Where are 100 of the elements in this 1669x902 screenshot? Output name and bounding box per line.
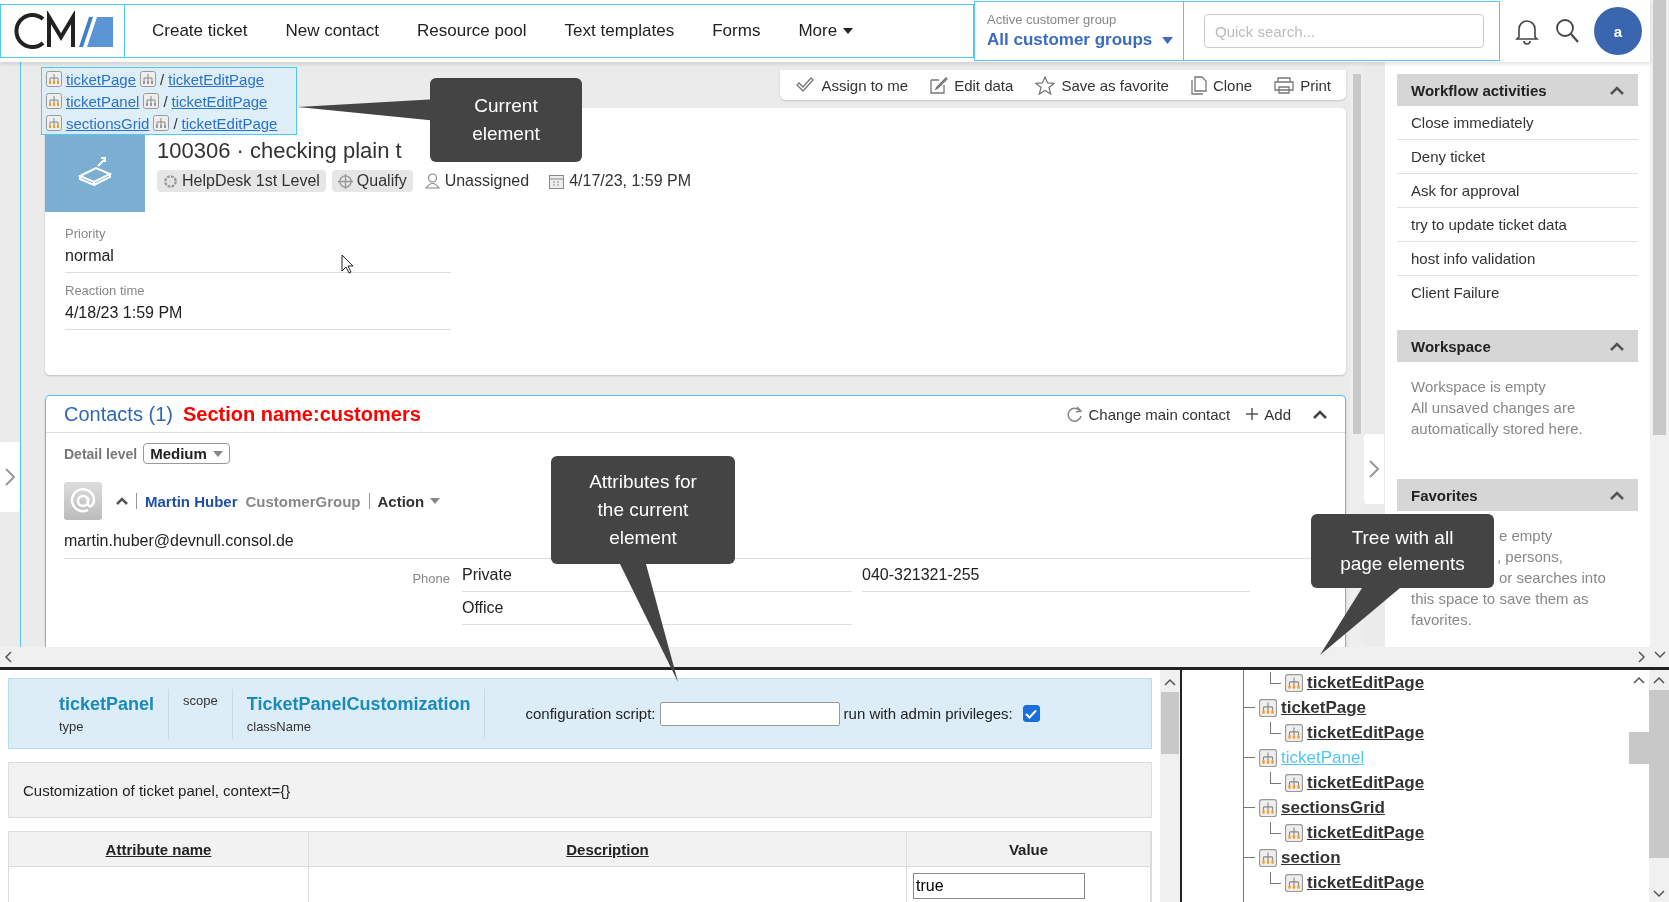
collapse-icon[interactable] [1313, 409, 1327, 419]
workflow-item[interactable]: Ask for approval [1397, 174, 1638, 208]
tree-item[interactable]: ticketEditPage [1307, 872, 1425, 893]
tree-item[interactable]: ticketEditPage [1307, 772, 1425, 793]
arrow-right-icon[interactable] [1638, 651, 1646, 663]
panel-header[interactable]: Workspace [1397, 330, 1638, 362]
detail-level-dropdown[interactable]: Medium [143, 443, 230, 464]
arrow-up-icon[interactable] [1633, 676, 1645, 684]
panel-header[interactable]: Workflow activities [1397, 74, 1638, 106]
scrollbar[interactable] [1160, 670, 1182, 902]
collapse-icon[interactable] [116, 497, 128, 505]
script-label: configuration script: [525, 705, 656, 722]
hierarchy-icon [1259, 848, 1277, 867]
section-name: Section name:customers [182, 402, 421, 426]
element-link[interactable]: ticketEditPage [171, 92, 268, 110]
scrollbar[interactable] [1650, 0, 1669, 667]
ticket-meta: Unassigned [424, 172, 530, 190]
nav-link[interactable]: Create ticket [133, 21, 267, 41]
column-header: Attribute name [9, 832, 309, 867]
workflow-item[interactable]: try to update ticket data [1397, 208, 1638, 242]
workflow-item[interactable]: host info validation [1397, 242, 1638, 276]
class-label: className [246, 718, 313, 734]
contact-name[interactable]: Martin Huber [145, 492, 238, 510]
more-menu[interactable]: More [779, 21, 873, 41]
tree-item[interactable]: section [1281, 847, 1341, 868]
element-link[interactable]: ticketPanel [66, 92, 140, 110]
hierarchy-icon [1259, 798, 1277, 817]
nav-link[interactable]: Forms [693, 21, 780, 41]
scrollbar[interactable] [1649, 670, 1669, 902]
hierarchy-icon [143, 93, 160, 109]
scrollbar-thumb[interactable] [1653, 0, 1666, 435]
class-value: TicketPanelCustomization [246, 693, 471, 715]
workflow-item[interactable]: Deny ticket [1397, 140, 1638, 174]
arrow-down-icon[interactable] [1654, 651, 1666, 659]
workflow-item[interactable]: Client Failure [1397, 276, 1638, 309]
person-icon [424, 173, 440, 189]
hierarchy-icon [1285, 773, 1303, 792]
user-avatar[interactable]: a [1594, 7, 1642, 55]
hierarchy-icon [1259, 748, 1277, 767]
arrow-left-icon[interactable] [4, 651, 12, 663]
element-link[interactable]: ticketEditPage [181, 114, 278, 132]
admin-label: run with admin privileges: [843, 705, 1013, 722]
toolbar-button[interactable]: Clone [1179, 75, 1264, 95]
search-icon[interactable] [1554, 17, 1580, 45]
caret-icon [212, 450, 223, 457]
tree-item[interactable]: ticketEditPage [1307, 822, 1425, 843]
collapse-icon [1610, 85, 1624, 95]
admin-checkbox[interactable] [1022, 705, 1040, 722]
mouse-cursor-icon [341, 254, 354, 274]
panel-header[interactable]: Favorites [1397, 479, 1638, 511]
nav-link[interactable]: New contact [266, 21, 398, 41]
customer-group-selector[interactable]: Active customer group All customer groups [974, 1, 1184, 61]
description-text: Customization of ticket panel, context={} [8, 762, 1152, 818]
tree-item[interactable]: ticketEditPage [1307, 722, 1425, 743]
pencil-icon [930, 76, 949, 94]
toolbar-button[interactable]: Save as favorite [1024, 75, 1180, 95]
nav-link[interactable]: Text templates [545, 21, 694, 41]
caret-icon [843, 28, 854, 34]
change-contact-link[interactable]: Change main contact [1065, 405, 1231, 423]
bell-icon[interactable] [1514, 17, 1540, 45]
scrollbar-thumb[interactable] [1161, 692, 1179, 754]
element-link[interactable]: ticketEditPage [168, 70, 265, 88]
hierarchy-icon [1285, 723, 1303, 742]
printer-icon [1274, 76, 1295, 94]
scrollbar-thumb[interactable] [1629, 732, 1649, 764]
hierarchy-icon [46, 93, 62, 109]
info-text: , persons, [1497, 547, 1563, 567]
calendar-icon [549, 173, 565, 189]
info-text: All unsaved changes are [1411, 398, 1576, 418]
element-link[interactable]: sectionsGrid [66, 114, 150, 132]
tree-item[interactable]: ticketEditPage [1307, 672, 1425, 693]
toolbar-button[interactable]: Print [1263, 76, 1342, 94]
tree-item[interactable]: ticketPage [1281, 697, 1367, 718]
value-field[interactable]: true [913, 873, 1085, 899]
scrollbar[interactable] [0, 647, 1650, 667]
arrow-up-icon[interactable] [1653, 676, 1665, 684]
column-header: Description [309, 832, 907, 867]
search-field[interactable]: Quick search... [1204, 14, 1484, 48]
workflow-item[interactable]: Close immediately [1397, 106, 1638, 140]
toolbar-button[interactable]: Assign to me [784, 76, 920, 94]
add-link[interactable]: Add [1246, 405, 1291, 423]
tree-item[interactable]: sectionsGrid [1281, 797, 1385, 818]
arrow-up-icon[interactable] [1164, 678, 1176, 686]
nav-link[interactable]: Resource pool [398, 21, 546, 41]
element-link[interactable]: ticketPage [66, 70, 137, 88]
toolbar-button[interactable]: Edit data [919, 76, 1025, 94]
path-separator: / [163, 92, 168, 110]
info-text: favorites. [1411, 610, 1472, 630]
hierarchy-icon [1285, 823, 1303, 842]
action-menu[interactable]: Action [377, 492, 441, 510]
scrollbar-thumb[interactable] [1649, 690, 1669, 858]
script-field[interactable] [659, 701, 840, 726]
logo-drawing[interactable] [0, 4, 125, 58]
arrow-down-icon[interactable] [1653, 890, 1665, 898]
path-separator: / [173, 114, 178, 132]
ticket-tag: HelpDesk 1st Level [157, 170, 326, 192]
phone-number: 040-321321-255 [862, 559, 1250, 592]
caret-icon [1162, 36, 1174, 44]
section-title: Contacts (1) [64, 402, 173, 426]
scrollbar-thumb[interactable] [1353, 74, 1361, 434]
